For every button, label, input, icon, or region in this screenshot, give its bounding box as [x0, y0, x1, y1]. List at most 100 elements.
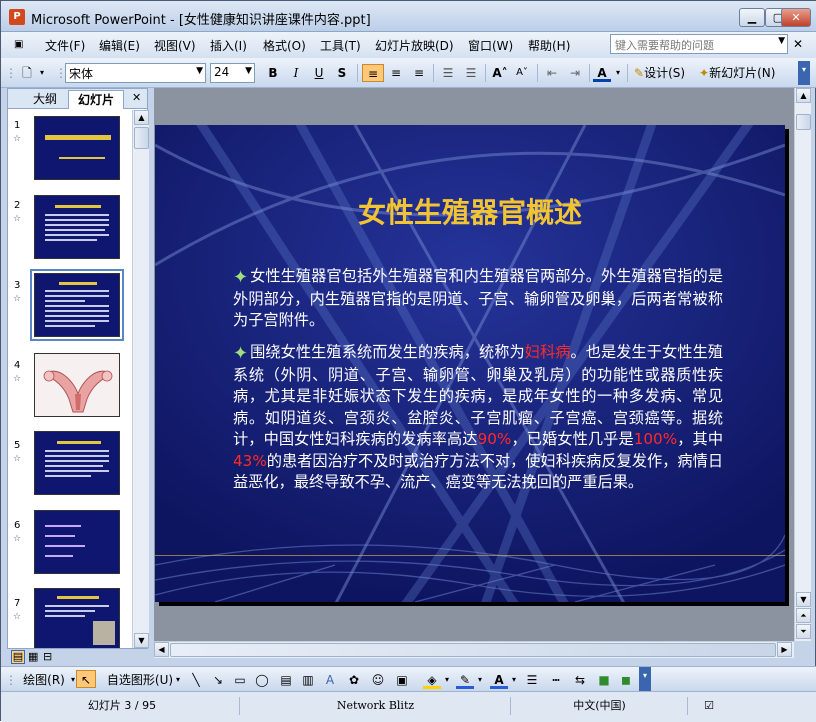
- tab-outline[interactable]: 大纲: [22, 90, 68, 109]
- chevron-down-icon[interactable]: ▾: [476, 671, 484, 689]
- menu-help[interactable]: 帮助(H): [528, 37, 570, 54]
- current-slide[interactable]: 女性生殖器官概述 ✦ 女性生殖器官包括外生殖器官和内生殖器官两部分。外生殖器官指的…: [155, 125, 785, 602]
- slide-thumbnail-2[interactable]: [34, 195, 120, 259]
- font-name-combo[interactable]: 宋体 ▼: [65, 63, 206, 83]
- draw-menu-button[interactable]: 绘图(R): [19, 671, 69, 689]
- tab-slides[interactable]: 幻灯片: [68, 90, 124, 109]
- textbox-tool-icon[interactable]: ▤: [277, 671, 295, 689]
- normal-view-icon[interactable]: ▤: [11, 650, 25, 664]
- toolbar-options-icon[interactable]: ▾: [639, 667, 651, 691]
- scroll-left-icon[interactable]: ◀: [154, 642, 169, 657]
- slide-paragraph-2[interactable]: ✦ 围绕女性生殖系统而发生的疾病，统称为妇科病。也是发生于女性生殖系统（外阴、阴道…: [233, 342, 723, 494]
- scroll-up-icon[interactable]: ▲: [796, 88, 811, 103]
- menu-slideshow[interactable]: 幻灯片放映(D): [375, 37, 454, 54]
- italic-button[interactable]: I: [286, 64, 306, 82]
- increase-indent-icon[interactable]: ⇥: [565, 64, 585, 82]
- slide-title[interactable]: 女性生殖器官概述: [155, 191, 785, 231]
- arrow-tool-icon[interactable]: ↘: [209, 671, 227, 689]
- shadow-button[interactable]: S: [332, 64, 352, 82]
- scroll-thumb[interactable]: [796, 114, 811, 130]
- line-tool-icon[interactable]: ╲: [187, 671, 205, 689]
- numbered-list-icon[interactable]: ☰: [438, 64, 458, 82]
- rectangle-tool-icon[interactable]: ▭: [231, 671, 249, 689]
- font-color-button[interactable]: A: [593, 64, 611, 82]
- decrease-indent-icon[interactable]: ⇤: [542, 64, 562, 82]
- menu-tools[interactable]: 工具(T): [320, 37, 361, 54]
- slide-thumbnail-6[interactable]: [34, 510, 120, 574]
- scroll-down-icon[interactable]: ▼: [796, 592, 811, 607]
- bold-button[interactable]: B: [263, 64, 283, 82]
- menu-insert[interactable]: 插入(I): [210, 37, 247, 54]
- bulleted-list-icon[interactable]: ☰: [461, 64, 481, 82]
- design-button[interactable]: ✎设计(S): [634, 64, 694, 82]
- align-center-button[interactable]: ≡: [386, 64, 406, 82]
- slide-paragraph-1[interactable]: ✦ 女性生殖器官包括外生殖器官和内生殖器官两部分。外生殖器官指的是外阴部分，内生殖…: [233, 266, 723, 332]
- menu-file[interactable]: 文件(F): [45, 37, 85, 54]
- thumb-line: [45, 300, 85, 302]
- new-slide-button[interactable]: ✦新幻灯片(N): [699, 64, 789, 82]
- scroll-down-icon[interactable]: ▼: [134, 633, 149, 648]
- increase-font-size-icon[interactable]: A˄: [490, 64, 510, 82]
- line-color-icon[interactable]: ✎: [456, 671, 474, 689]
- wordart-icon[interactable]: A: [321, 671, 339, 689]
- select-pointer-icon[interactable]: ↖: [76, 670, 96, 688]
- decrease-font-size-icon[interactable]: A˅: [512, 64, 532, 82]
- fill-color-icon[interactable]: ◈: [423, 671, 441, 689]
- thumbnails-scrollbar[interactable]: ▲ ▼: [132, 110, 149, 648]
- menu-window[interactable]: 窗口(W): [468, 37, 513, 54]
- chevron-down-icon[interactable]: ▾: [37, 64, 47, 82]
- help-search-input[interactable]: 键入需要帮助的问题 ▼: [610, 34, 788, 54]
- chevron-down-icon[interactable]: ▾: [443, 671, 451, 689]
- oval-tool-icon[interactable]: ◯: [253, 671, 271, 689]
- underline-button[interactable]: U: [309, 64, 329, 82]
- 3d-style-icon[interactable]: ◼: [617, 671, 635, 689]
- slideshow-icon[interactable]: ⊟: [43, 650, 52, 663]
- line-style-icon[interactable]: ☰: [523, 671, 541, 689]
- scroll-up-icon[interactable]: ▲: [134, 110, 149, 125]
- scroll-thumb[interactable]: [170, 643, 776, 657]
- chevron-down-icon[interactable]: ▾: [510, 671, 518, 689]
- slide-thumbnail-7[interactable]: [34, 588, 120, 648]
- menu-view[interactable]: 视图(V): [154, 37, 196, 54]
- picture-icon[interactable]: ▣: [393, 671, 411, 689]
- previous-slide-icon[interactable]: ⏶: [796, 608, 811, 623]
- slide-thumbnail-1[interactable]: [34, 116, 120, 180]
- close-document-button[interactable]: ✕: [793, 37, 803, 51]
- powerpoint-app-icon[interactable]: P: [9, 9, 25, 25]
- document-icon[interactable]: ▣: [14, 39, 23, 50]
- chevron-down-icon[interactable]: ▾: [173, 671, 183, 689]
- toolbar-options-icon[interactable]: ▾: [798, 61, 810, 85]
- vertical-textbox-icon[interactable]: ▥: [299, 671, 317, 689]
- spelling-check-icon[interactable]: ☑: [689, 697, 729, 715]
- slide-thumbnail-3[interactable]: [30, 269, 124, 341]
- font-color-icon[interactable]: A: [490, 671, 508, 689]
- arrow-style-icon[interactable]: ⇆: [571, 671, 589, 689]
- chevron-down-icon[interactable]: ▾: [613, 64, 623, 82]
- menu-format[interactable]: 格式(O): [263, 37, 306, 54]
- shadow-style-icon[interactable]: ■: [595, 671, 613, 689]
- next-slide-icon[interactable]: ⏷: [796, 624, 811, 639]
- new-document-icon[interactable]: 🗋: [17, 64, 37, 82]
- close-pane-button[interactable]: ✕: [132, 91, 141, 104]
- slide-thumbnail-5[interactable]: [34, 431, 120, 495]
- scroll-thumb[interactable]: [134, 127, 149, 149]
- chevron-down-icon[interactable]: ▼: [245, 66, 252, 76]
- clipart-icon[interactable]: ☺: [369, 671, 387, 689]
- chevron-down-icon[interactable]: ▼: [778, 36, 785, 46]
- menu-edit[interactable]: 编辑(E): [99, 37, 140, 54]
- scroll-right-icon[interactable]: ▶: [777, 642, 792, 657]
- slide-vertical-scrollbar[interactable]: ▲ ▼ ⏶ ⏷: [794, 88, 811, 641]
- slide-sorter-icon[interactable]: ▦: [28, 650, 38, 663]
- slide-horizontal-scrollbar[interactable]: ◀ ▶: [154, 641, 794, 658]
- close-window-button[interactable]: ✕: [781, 8, 811, 27]
- autoshapes-button[interactable]: 自选图形(U): [105, 671, 175, 689]
- chevron-down-icon[interactable]: ▼: [196, 66, 203, 76]
- thumb-line: [45, 610, 95, 612]
- font-size-combo[interactable]: 24 ▼: [210, 63, 255, 83]
- slide-thumbnail-4[interactable]: [34, 353, 120, 417]
- align-right-button[interactable]: ≡: [409, 64, 429, 82]
- minimize-button[interactable]: ▁: [739, 8, 765, 27]
- diagram-icon[interactable]: ✿: [345, 671, 363, 689]
- dash-style-icon[interactable]: ┅: [547, 671, 565, 689]
- align-left-button[interactable]: ≡: [362, 64, 384, 82]
